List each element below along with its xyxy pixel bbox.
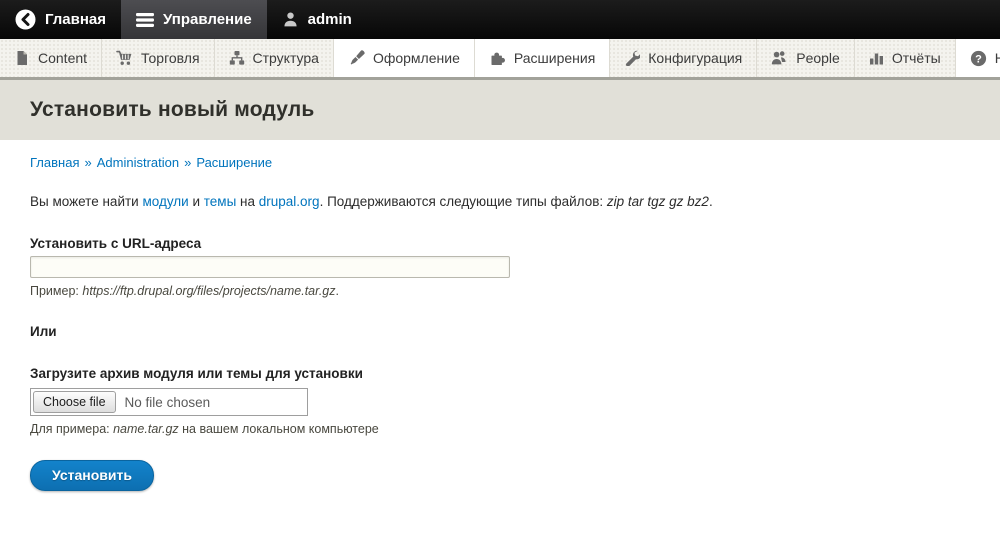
title-band: Установить новый модуль	[0, 80, 1000, 140]
content-icon	[14, 50, 30, 66]
structure-icon	[229, 50, 245, 66]
breadcrumb-link-extend[interactable]: Расширение	[196, 155, 272, 170]
toolbar-item-extend[interactable]: Расширения	[475, 39, 610, 77]
upload-field-label: Загрузите архив модуля или темы для уста…	[30, 366, 970, 381]
toolbar-item-appearance[interactable]: Оформление	[334, 39, 475, 77]
file-help-example: name.tar.gz	[113, 422, 179, 436]
help-icon: ?	[970, 50, 987, 67]
toolbar-item-structure[interactable]: Структура	[215, 39, 334, 77]
breadcrumb-separator: »	[184, 155, 191, 170]
user-menu-label: admin	[308, 11, 352, 28]
breadcrumb-link-administration[interactable]: Administration	[97, 155, 179, 170]
choose-file-button[interactable]: Choose file	[33, 391, 116, 413]
toolbar-item-help[interactable]: ? Help	[956, 39, 1000, 77]
url-help-example: https://ftp.drupal.org/files/projects/na…	[82, 284, 335, 298]
intro-on: на	[236, 194, 258, 209]
page-title: Установить новый модуль	[30, 98, 315, 122]
cart-icon	[116, 50, 133, 66]
modules-link[interactable]: модули	[142, 194, 188, 209]
url-field-description: Пример: https://ftp.drupal.org/files/pro…	[30, 284, 970, 298]
url-help-prefix: Пример:	[30, 284, 82, 298]
people-icon	[771, 50, 788, 66]
back-to-site-button[interactable]: Главная	[0, 0, 121, 39]
toolbar-item-configuration[interactable]: Конфигурация	[610, 39, 757, 77]
toolbar-label: Оформление	[373, 50, 460, 66]
toolbar-item-content[interactable]: Content	[0, 39, 102, 77]
url-input[interactable]	[30, 256, 510, 278]
wrench-icon	[624, 50, 640, 66]
toolbar-label: Help	[995, 50, 1000, 66]
toolbar-item-reports[interactable]: Отчёты	[855, 39, 956, 77]
breadcrumb: Главная » Administration » Расширение	[30, 155, 970, 170]
user-icon	[282, 11, 299, 28]
toolbar-label: Отчёты	[892, 50, 941, 66]
toolbar-label: People	[796, 50, 840, 66]
url-field-label: Установить с URL-адреса	[30, 236, 970, 251]
intro-period: .	[709, 194, 713, 209]
intro-part2: . Поддерживаются следующие типы файлов:	[320, 194, 607, 209]
toolbar-label: Структура	[253, 50, 319, 66]
drupal-org-link[interactable]: drupal.org	[259, 194, 320, 209]
breadcrumb-separator: »	[84, 155, 91, 170]
upload-field-description: Для примера: name.tar.gz на вашем локаль…	[30, 422, 970, 436]
file-types: zip tar tgz gz bz2	[607, 194, 709, 209]
intro-and: и	[189, 194, 204, 209]
back-icon	[15, 9, 36, 30]
menu-icon	[136, 12, 154, 28]
toolbar-label: Расширения	[514, 50, 595, 66]
or-label: Или	[30, 324, 970, 339]
file-upload-widget[interactable]: Choose file No file chosen	[30, 388, 308, 416]
toolbar-label: Конфигурация	[648, 50, 742, 66]
intro-part1: Вы можете найти	[30, 194, 142, 209]
toolbar-label: Content	[38, 50, 87, 66]
paintbrush-icon	[348, 50, 365, 66]
user-menu[interactable]: admin	[267, 0, 367, 39]
file-help-suffix: на вашем локальном компьютере	[179, 422, 379, 436]
toolbar-label: Торговля	[141, 50, 199, 66]
intro-text: Вы можете найти модули и темы на drupal.…	[30, 194, 970, 209]
file-status-text: No file chosen	[125, 395, 211, 410]
admin-bar: Главная Управление admin	[0, 0, 1000, 39]
url-help-suffix: .	[336, 284, 339, 298]
manage-tab[interactable]: Управление	[121, 0, 267, 39]
svg-text:?: ?	[975, 53, 982, 65]
install-button[interactable]: Установить	[30, 460, 154, 491]
bar-chart-icon	[869, 50, 884, 66]
manage-tab-label: Управление	[163, 11, 252, 28]
admin-toolbar: Content Торговля Структур	[0, 39, 1000, 80]
file-help-prefix: Для примера:	[30, 422, 113, 436]
back-to-site-label: Главная	[45, 11, 106, 28]
breadcrumb-link-home[interactable]: Главная	[30, 155, 79, 170]
themes-link[interactable]: темы	[204, 194, 237, 209]
toolbar-item-people[interactable]: People	[757, 39, 855, 77]
toolbar-item-commerce[interactable]: Торговля	[102, 39, 214, 77]
main-content: Главная » Administration » Расширение Вы мож…	[0, 140, 1000, 491]
puzzle-icon	[489, 50, 506, 66]
